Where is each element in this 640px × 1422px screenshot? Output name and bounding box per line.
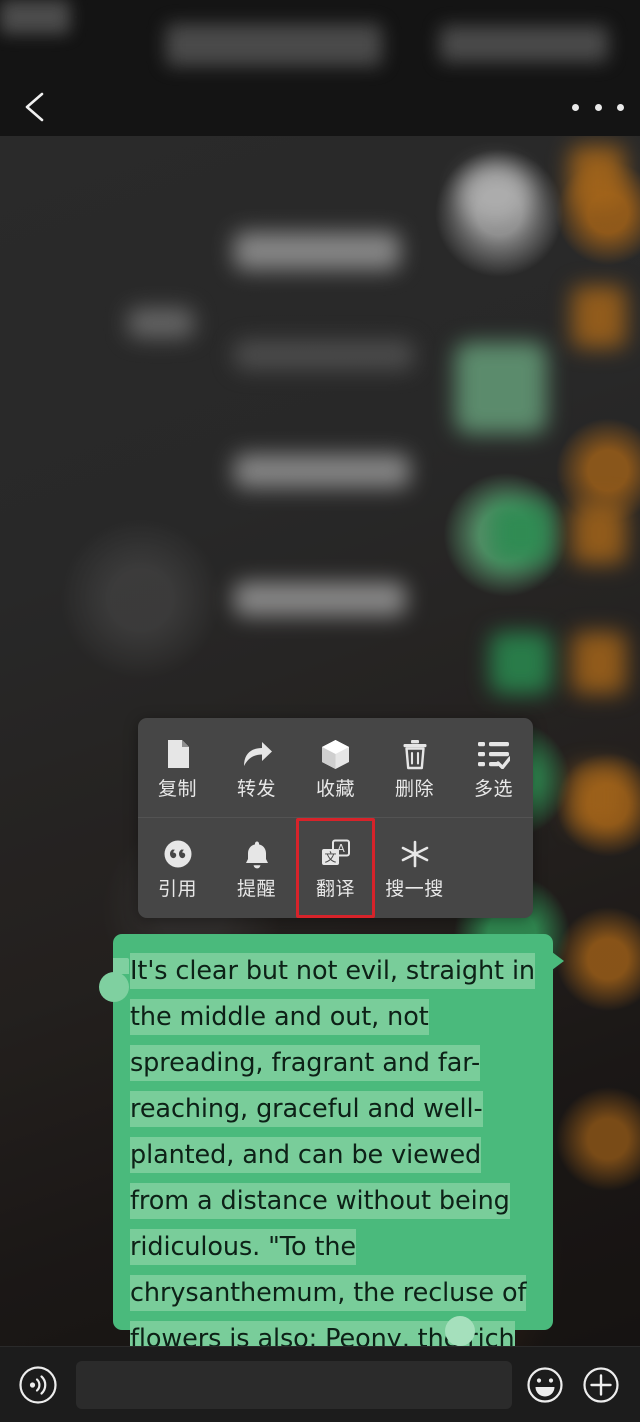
multi-select-list-icon <box>477 737 511 771</box>
menu-item-label: 搜一搜 <box>385 878 444 900</box>
bell-reminder-icon <box>240 837 274 871</box>
message-bubble[interactable]: It's clear but not evil, straight in the… <box>99 934 564 1422</box>
add-attachment-button[interactable] <box>580 1364 622 1406</box>
context-menu-row-1: 复制 转发 收藏 删除 多选 <box>138 718 533 818</box>
menu-item-forward[interactable]: 转发 <box>217 718 296 817</box>
quote-icon <box>161 837 195 871</box>
selection-handle-start[interactable] <box>99 958 129 1002</box>
menu-item-label: 提醒 <box>236 878 276 900</box>
more-horizontal-icon <box>572 103 579 111</box>
trash-icon <box>398 737 432 771</box>
page-title-blurred <box>0 0 70 34</box>
more-horizontal-icon <box>594 103 602 111</box>
menu-item-quote[interactable]: 引用 <box>138 818 217 918</box>
menu-item-multiselect[interactable]: 多选 <box>454 718 533 817</box>
menu-item-label: 删除 <box>394 777 434 800</box>
svg-text:文: 文 <box>324 849 336 864</box>
more-options-button[interactable] <box>572 92 624 122</box>
menu-item-label: 转发 <box>236 777 276 800</box>
menu-item-label: 翻译 <box>315 878 355 900</box>
menu-item-label: 多选 <box>473 777 513 800</box>
menu-item-delete[interactable]: 删除 <box>375 718 454 817</box>
smiley-face-icon <box>527 1366 563 1403</box>
forward-arrow-icon <box>240 737 274 771</box>
search-sparkle-icon <box>398 837 432 871</box>
favorite-box-icon <box>319 737 353 771</box>
plus-circle-icon <box>583 1366 619 1403</box>
menu-item-label: 复制 <box>157 777 197 800</box>
menu-item-search[interactable]: 搜一搜 <box>375 818 454 918</box>
selection-handle-end[interactable] <box>445 1316 475 1346</box>
menu-item-label: 引用 <box>157 878 197 900</box>
copy-document-icon <box>161 737 195 771</box>
voice-wave-icon <box>19 1365 57 1404</box>
status-bar-right-blurred <box>440 26 608 62</box>
back-button[interactable] <box>16 86 58 128</box>
emoji-button[interactable] <box>524 1364 566 1406</box>
menu-item-favorite[interactable]: 收藏 <box>296 718 375 817</box>
menu-item-label: 收藏 <box>315 777 355 800</box>
message-context-menu: 复制 转发 收藏 删除 多选 引用 提醒 A 文 翻译 搜一搜 <box>138 718 533 918</box>
top-navigation-bar <box>0 0 640 136</box>
menu-item-reminder[interactable]: 提醒 <box>217 818 296 918</box>
more-horizontal-icon <box>617 103 624 111</box>
menu-item-translate[interactable]: A 文 翻译 <box>296 818 375 918</box>
menu-item-copy[interactable]: 复制 <box>138 718 217 817</box>
message-input-field[interactable] <box>76 1360 512 1409</box>
message-input-bar <box>0 1346 640 1422</box>
chevron-left-icon <box>25 92 44 122</box>
voice-input-button[interactable] <box>16 1363 60 1407</box>
translate-icon: A 文 <box>319 837 353 871</box>
context-menu-row-2: 引用 提醒 A 文 翻译 搜一搜 <box>138 818 533 918</box>
bubble-tail <box>552 952 564 970</box>
status-bar-left-blurred <box>166 24 382 66</box>
phone-screen: 复制 转发 收藏 删除 多选 引用 提醒 A 文 翻译 搜一搜 It's cle… <box>0 0 640 1422</box>
